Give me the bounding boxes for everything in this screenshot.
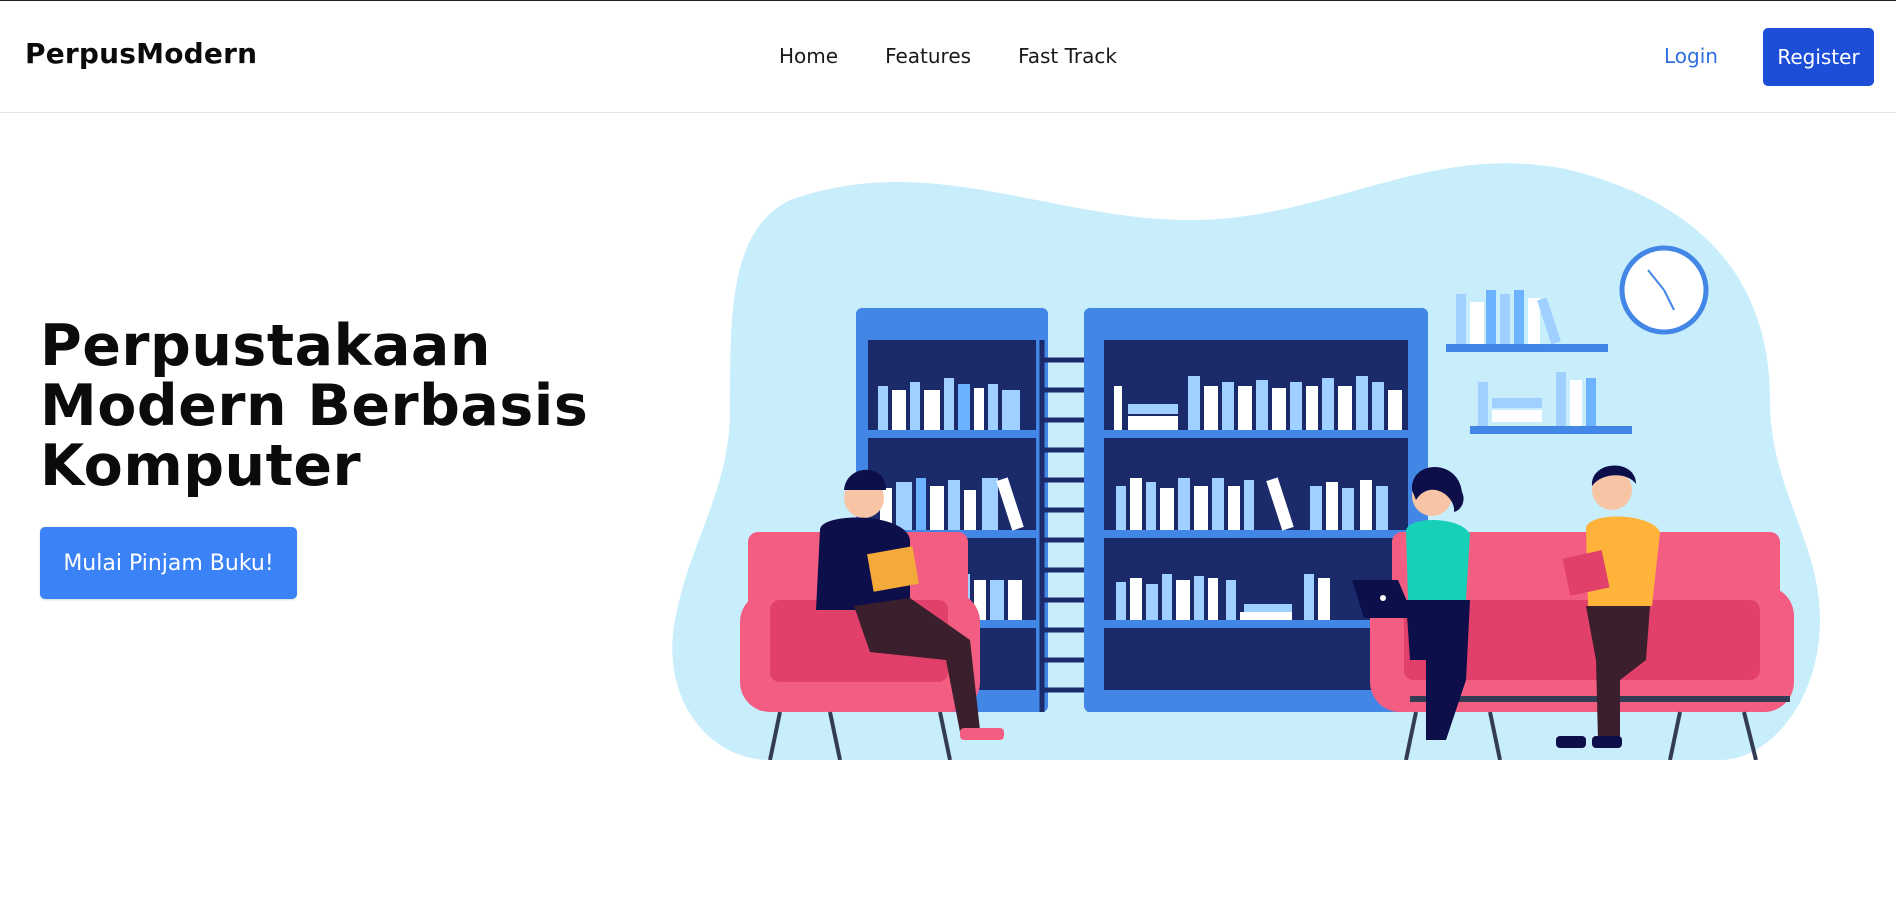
brand-logo[interactable]: PerpusModern: [25, 37, 257, 70]
hero-title-line: Komputer: [40, 433, 362, 499]
hero-title-line: Modern Berbasis: [40, 373, 589, 439]
nav-link-fast-track[interactable]: Fast Track: [1018, 44, 1117, 68]
hero-title: Perpustakaan Modern Berbasis Komputer: [40, 316, 680, 496]
library-reading-illustration: [672, 163, 1820, 760]
start-borrowing-button[interactable]: Mulai Pinjam Buku!: [40, 527, 297, 599]
nav-link-features[interactable]: Features: [885, 44, 971, 68]
wall-clock: [1619, 245, 1709, 335]
nav-links: Home Features Fast Track: [779, 44, 1117, 68]
register-button[interactable]: Register: [1763, 28, 1874, 86]
navbar: PerpusModern Home Features Fast Track Lo…: [0, 1, 1896, 113]
hero-title-line: Perpustakaan: [40, 313, 491, 379]
login-link[interactable]: Login: [1664, 44, 1718, 68]
nav-link-home[interactable]: Home: [779, 44, 838, 68]
